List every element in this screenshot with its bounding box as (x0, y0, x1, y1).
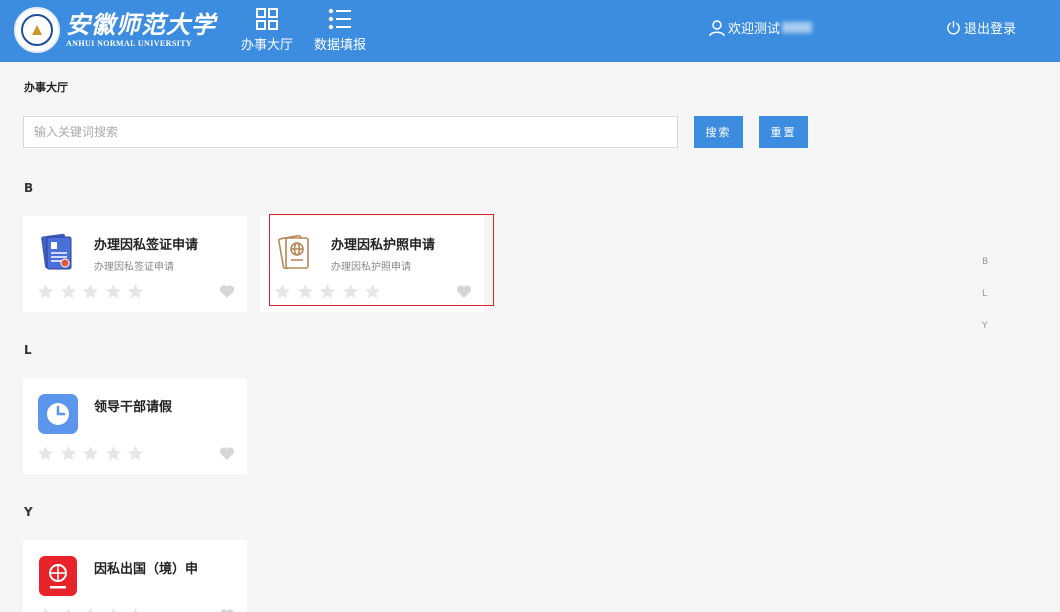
rating-stars[interactable] (37, 283, 150, 300)
nav-service-hall[interactable]: 办事大厅 (237, 6, 297, 54)
reset-button[interactable]: 重置 (759, 116, 808, 148)
star-icon[interactable] (60, 607, 77, 612)
star-icon[interactable] (127, 283, 144, 300)
service-card-visa[interactable]: 办理因私签证申请 办理因私签证申请 (23, 216, 247, 312)
star-icon[interactable] (364, 283, 381, 300)
service-card-abroad[interactable]: 因私出国（境）申 (23, 540, 247, 612)
visa-document-icon (41, 233, 72, 270)
service-title: 领导干部请假 (94, 400, 173, 415)
rating-stars[interactable] (37, 607, 150, 612)
star-icon[interactable] (82, 607, 99, 612)
star-icon[interactable] (127, 607, 144, 612)
nav-label: 数据填报 (313, 38, 366, 53)
star-icon[interactable] (37, 607, 54, 612)
breadcrumb: 办事大厅 (24, 81, 68, 94)
service-card-passport[interactable]: 办理因私护照申请 办理因私护照申请 (260, 216, 484, 312)
university-logo[interactable]: 安徽师范大学 ANHUI NORMAL UNIVERSITY (14, 7, 216, 53)
service-title: 办理因私签证申请 (94, 238, 199, 253)
nav-label: 办事大厅 (240, 38, 293, 53)
star-icon[interactable] (60, 445, 77, 462)
rating-stars[interactable] (274, 283, 387, 300)
star-icon[interactable] (37, 283, 54, 300)
section-letter-y: Y (24, 505, 33, 519)
logo-chinese-name: 安徽师范大学 (66, 10, 216, 39)
index-letter-y[interactable]: Y (982, 321, 988, 331)
heart-icon[interactable] (219, 284, 235, 299)
logo-english-name: ANHUI NORMAL UNIVERSITY (66, 39, 193, 48)
star-icon[interactable] (319, 283, 336, 300)
logout-button[interactable]: 退出登录 (946, 18, 1016, 37)
search-input[interactable] (23, 116, 678, 148)
redacted-username (782, 22, 813, 33)
service-title: 办理因私护照申请 (331, 238, 436, 253)
user-icon (709, 19, 725, 36)
clock-icon (38, 394, 78, 434)
top-header: 安徽师范大学 ANHUI NORMAL UNIVERSITY 办事大厅 数据填报… (0, 0, 1060, 62)
star-icon[interactable] (342, 283, 359, 300)
passport-icon (278, 234, 309, 270)
star-icon[interactable] (127, 445, 144, 462)
section-letter-b: B (24, 181, 34, 195)
power-icon (947, 20, 960, 35)
search-button[interactable]: 搜索 (694, 116, 743, 148)
index-letter-b[interactable]: B (982, 257, 988, 267)
rating-stars[interactable] (37, 445, 150, 462)
index-letter-l[interactable]: L (982, 289, 987, 299)
globe-passport-icon (39, 556, 77, 596)
service-card-leave[interactable]: 领导干部请假 (23, 378, 247, 474)
service-title: 因私出国（境）申 (94, 562, 199, 577)
service-subtitle: 办理因私护照申请 (331, 262, 411, 273)
user-info[interactable]: 欢迎测试 (708, 18, 813, 37)
section-letter-l: L (24, 343, 32, 357)
star-icon[interactable] (82, 283, 99, 300)
heart-icon[interactable] (219, 608, 235, 612)
nav-data-report[interactable]: 数据填报 (310, 6, 370, 54)
star-icon[interactable] (105, 607, 122, 612)
star-icon[interactable] (274, 283, 291, 300)
heart-icon[interactable] (456, 284, 472, 299)
heart-icon[interactable] (219, 446, 235, 461)
star-icon[interactable] (105, 445, 122, 462)
logout-label: 退出登录 (964, 22, 1017, 37)
star-icon[interactable] (60, 283, 77, 300)
university-seal-icon (14, 7, 60, 53)
service-subtitle: 办理因私签证申请 (94, 262, 174, 273)
grid-icon (256, 8, 278, 30)
star-icon[interactable] (82, 445, 99, 462)
star-icon[interactable] (105, 283, 122, 300)
star-icon[interactable] (37, 445, 54, 462)
user-greeting: 欢迎测试 (728, 22, 781, 37)
list-icon (328, 8, 351, 30)
star-icon[interactable] (297, 283, 314, 300)
